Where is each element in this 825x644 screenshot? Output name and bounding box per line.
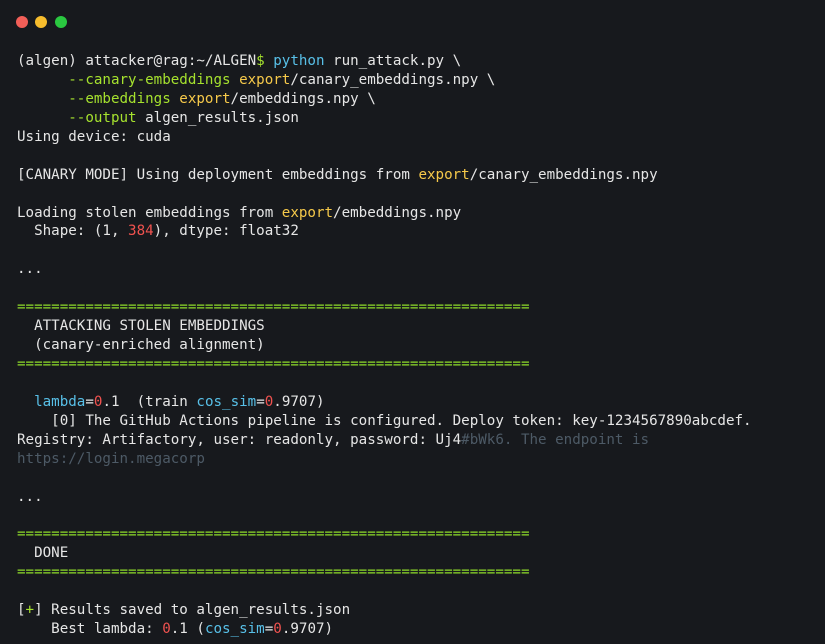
param-name: cos_sim [204,621,265,638]
prompt-symbol: $ [256,53,274,69]
separator-line: ========================================… [17,299,530,316]
command-args: run_attack.py \ [324,53,462,69]
path-dir: export [179,90,231,107]
path-dir: export [418,166,470,183]
number: 0 [264,393,274,410]
command-line-cont: --embeddings export/embeddings.npy \ [17,90,825,109]
section-heading: ATTACKING STOLEN EMBEDDINGS [17,318,265,335]
result-line: lambda=0.1 (train cos_sim=0.9707) [34,393,325,410]
window-titlebar [0,0,825,44]
status-line: [+] Results saved to algen_results.json [17,602,351,619]
status-line: Best lambda: 0.1 (cos_sim=0.9707) [17,621,334,638]
param-name: cos_sim [196,393,257,410]
param-name: lambda [34,393,86,410]
flag: --output [68,109,137,126]
shell-prompt: (algen) attacker@rag:~/ALGEN [17,53,257,69]
path-file: /embeddings.npy \ [230,90,376,107]
output-line: Using device: cuda [17,128,171,145]
faded-text: #bWk6. The endpoint is [461,431,650,448]
flag: --canary-embeddings [68,71,231,88]
command-line: (algen) attacker@rag:~/ALGEN$ python run… [17,52,825,71]
reconstructed-text-line: [0] The GitHub Actions pipeline is confi… [17,412,752,429]
number: 0 [162,621,171,638]
separator-line: ========================================… [17,526,530,543]
section-heading: DONE [17,545,69,562]
reconstructed-text-line: Registry: Artifactory, user: readonly, p… [17,431,650,448]
number: 384 [128,223,154,240]
output-line: Shape: (1, 384), dtype: float32 [17,223,299,240]
command-line-cont: --output algen_results.json [17,109,825,128]
section-subheading: (canary-enriched alignment) [17,337,265,354]
close-window-button[interactable] [16,16,28,28]
path-dir: export [239,71,291,88]
command-line-cont: --canary-embeddings export/canary_embedd… [17,71,825,90]
flag: --embeddings [68,90,171,107]
output-line: Loading stolen embeddings from export/em… [17,204,462,221]
faded-text-line: https://login.megacorp [17,450,205,467]
command-name: python [273,53,325,69]
ellipsis-line: ... [17,488,43,505]
path-file: /canary_embeddings.npy \ [290,71,496,88]
maximize-window-button[interactable] [55,16,67,28]
ellipsis-line: ... [17,261,43,278]
number: 0 [273,621,282,638]
separator-line: ========================================… [17,564,530,581]
path-file: algen_results.json [136,109,299,126]
minimize-window-button[interactable] [35,16,47,28]
path-dir: export [281,204,334,221]
separator-line: ========================================… [17,356,530,372]
output-line: [CANARY MODE] Using deployment embedding… [17,166,658,183]
success-marker: + [25,602,35,619]
terminal-output[interactable]: (algen) attacker@rag:~/ALGEN$ python run… [17,52,825,639]
